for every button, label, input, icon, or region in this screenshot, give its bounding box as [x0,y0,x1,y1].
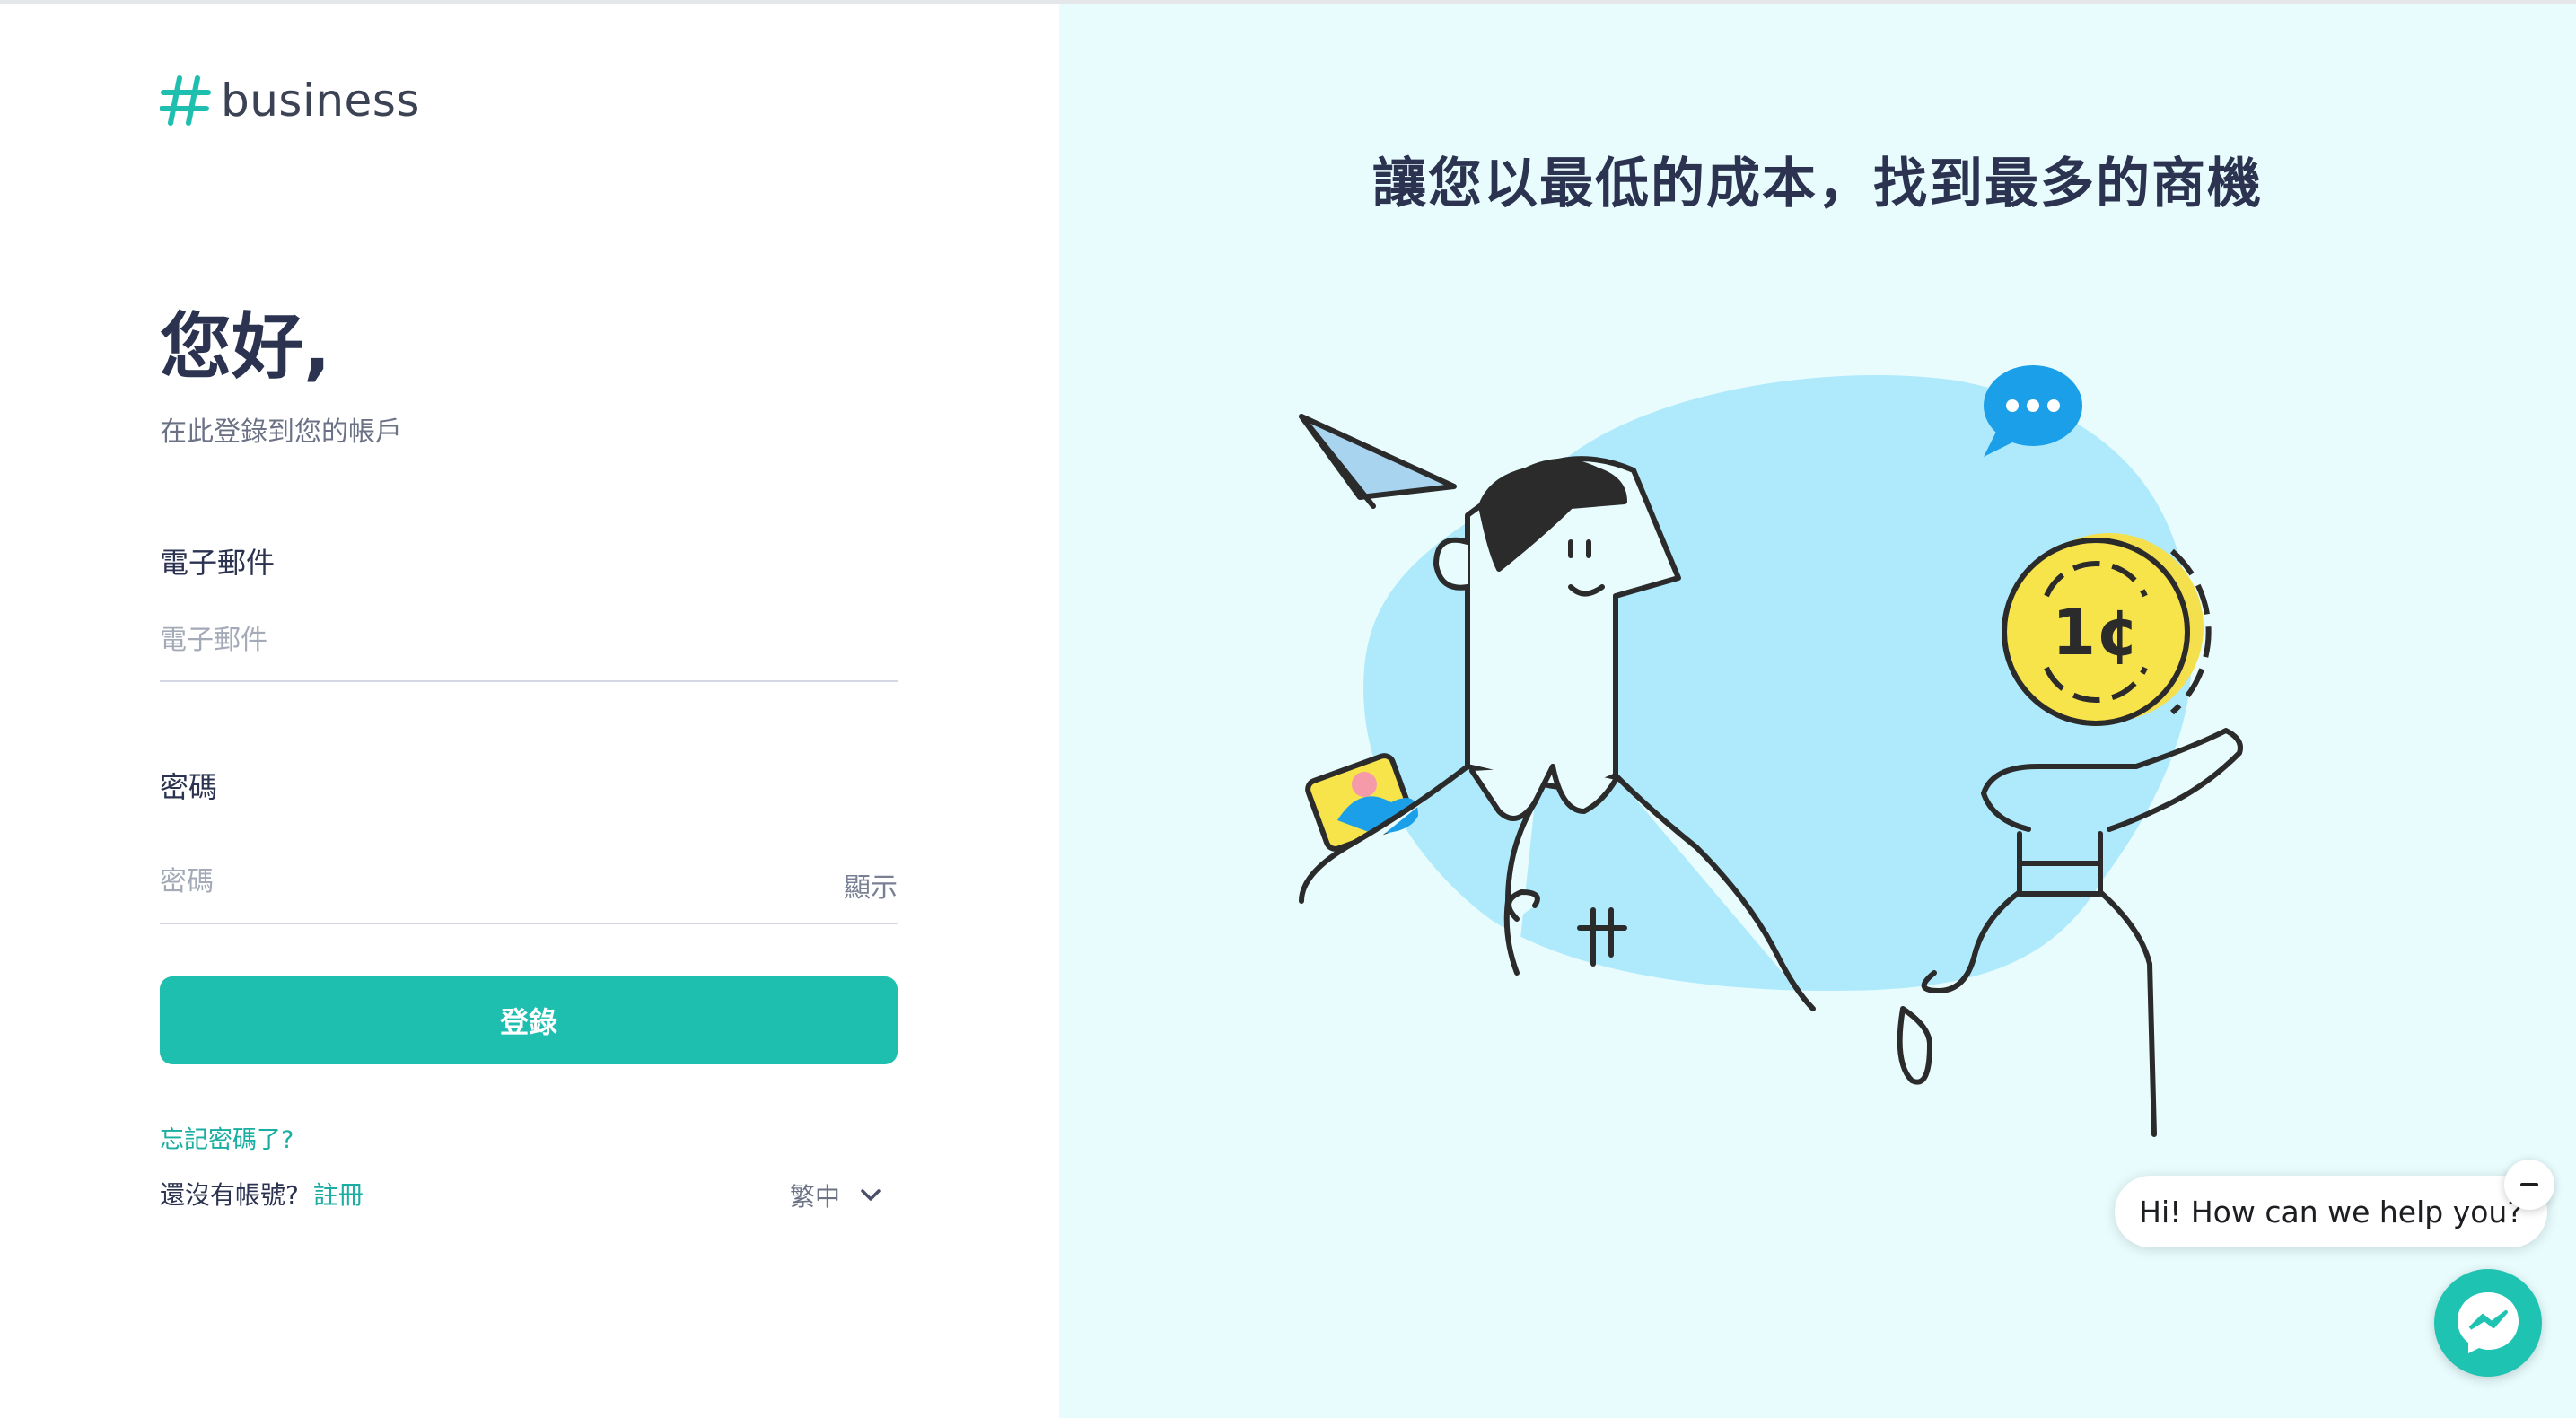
page-title: 您好, [160,305,331,389]
language-selected: 繁中 [790,1182,841,1212]
register-link[interactable]: 註冊 [313,1180,364,1210]
minus-icon-bar [2520,1183,2538,1186]
logo-text: business [221,74,420,127]
forgot-password-link[interactable]: 忘記密碼了? [160,1120,294,1155]
minus-icon[interactable] [2504,1160,2554,1210]
login-button[interactable]: 登錄 [160,976,898,1064]
brand-logo[interactable]: business [160,72,420,129]
password-label: 密碼 [160,770,218,804]
email-field-wrapper [160,600,898,682]
hero-illustration: 1¢ [1299,365,2243,1137]
chat-greeting-bubble[interactable]: Hi! How can we help you? [2115,1176,2547,1247]
password-field-wrapper: 顯示 [160,840,898,924]
password-field[interactable] [160,840,898,923]
page-subtitle: 在此登錄到您的帳戶 [160,416,402,448]
login-panel: business 您好, 在此登錄到您的帳戶 電子郵件 密碼 顯示 登錄 忘記密… [0,4,1059,1418]
messenger-launcher-button[interactable] [2434,1269,2542,1377]
register-prompt: 還沒有帳號? 註冊 [160,1176,364,1212]
messenger-icon [2458,1292,2519,1353]
coin-text: 1¢ [2052,596,2139,670]
paper-plane-icon [1299,414,1457,509]
language-selector[interactable]: 繁中 [790,1177,881,1213]
chevron-down-icon [861,1189,881,1201]
email-field[interactable] [160,600,898,680]
show-password-button[interactable]: 顯示 [844,865,898,905]
no-account-text: 還沒有帳號? [160,1180,299,1210]
hash-icon [160,75,211,126]
email-label: 電子郵件 [160,546,276,580]
promo-headline: 讓您以最低的成本，找到最多的商機 [1372,153,2263,215]
